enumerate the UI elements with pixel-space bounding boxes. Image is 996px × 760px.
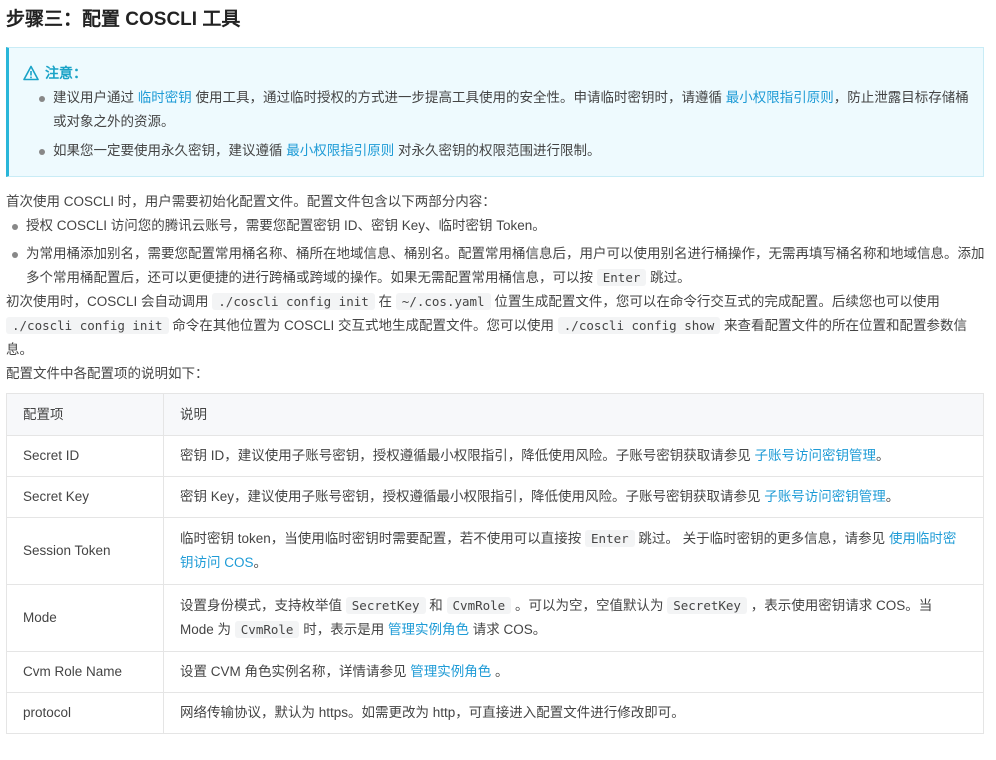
inline-code: Enter — [596, 269, 647, 286]
paragraph-text: 初次使用时，COSCLI 会自动调用 — [6, 294, 213, 309]
config-key: Mode — [6, 584, 164, 652]
link-temporary-key[interactable]: 临时密钥 — [138, 90, 192, 105]
notice-box: 注意： 建议用户通过 临时密钥 使用工具，通过临时授权的方式进一步提高工具使用的… — [6, 47, 984, 177]
config-key: Secret Key — [6, 476, 164, 518]
config-key: Cvm Role Name — [6, 651, 164, 693]
content-list: 授权 COSCLI 访问您的腾讯云账号，需要您配置密钥 ID、密钥 Key、临时… — [12, 214, 990, 290]
table-row: Secret ID 密钥 ID，建议使用子账号密钥，授权遵循最小权限指引，降低使… — [6, 435, 984, 477]
config-key: Session Token — [6, 517, 164, 585]
desc-text: 。 — [876, 448, 890, 463]
notice-text: 如果您一定要使用永久密钥，建议遵循 — [53, 143, 287, 158]
desc-text: 设置 CVM 角色实例名称，详情请参见 — [180, 664, 411, 679]
config-desc: 临时密钥 token，当使用临时密钥时需要配置，若不使用可以直接按 Enter … — [163, 517, 984, 585]
table-row: Secret Key 密钥 Key，建议使用子账号密钥，授权遵循最小权限指引，降… — [6, 476, 984, 518]
link-least-privilege[interactable]: 最小权限指引原则 — [286, 143, 394, 158]
notice-text: 使用工具，通过临时授权的方式进一步提高工具使用的安全性。申请临时密钥时，请遵循 — [191, 90, 726, 105]
table-row: protocol 网络传输协议，默认为 https。如需更改为 http，可直接… — [6, 692, 984, 734]
config-key: protocol — [6, 692, 164, 734]
document-page: 步骤三：配置 COSCLI 工具 注意： 建议用户通过 临时密钥 使用工具，通过… — [0, 0, 996, 734]
inline-code: ./coscli config init — [6, 317, 169, 334]
table-row: Session Token 临时密钥 token，当使用临时密钥时需要配置，若不… — [6, 517, 984, 585]
config-table: 配置项 说明 Secret ID 密钥 ID，建议使用子账号密钥，授权遵循最小权… — [6, 393, 984, 734]
paragraph-text: 位置生成配置文件，您可以在命令行交互式的完成配置。后续您也可以使用 — [490, 294, 940, 309]
desc-text: 。可以为空，空值默认为 — [511, 598, 668, 613]
list-item: 为常用桶添加别名，需要您配置常用桶名称、桶所在地域信息、桶别名。配置常用桶信息后… — [12, 242, 990, 290]
link-subaccount-key[interactable]: 子账号访问密钥管理 — [764, 489, 886, 504]
notice-item: 如果您一定要使用永久密钥，建议遵循 最小权限指引原则 对永久密钥的权限范围进行限… — [39, 139, 978, 163]
link-least-privilege[interactable]: 最小权限指引原则 — [726, 90, 834, 105]
inline-code: CvmRole — [234, 621, 300, 638]
desc-text: 。 — [885, 489, 900, 504]
bullet-dot — [39, 149, 45, 155]
config-desc: 密钥 Key，建议使用子账号密钥，授权遵循最小权限指引，降低使用风险。子账号密钥… — [163, 476, 984, 518]
table-row: Mode 设置身份模式，支持枚举值 SecretKey 和 CvmRole 。可… — [6, 584, 984, 652]
paragraph-text: 在 — [374, 294, 396, 309]
bullet-dot — [12, 252, 18, 258]
desc-text: 设置身份模式，支持枚举值 — [180, 598, 346, 613]
desc-text: 临时密钥 token，当使用临时密钥时需要配置，若不使用可以直接按 — [180, 531, 586, 546]
list-item-text: 授权 COSCLI 访问您的腾讯云账号，需要您配置密钥 ID、密钥 Key、临时… — [26, 218, 546, 233]
config-desc: 设置 CVM 角色实例名称，详情请参见 管理实例角色 。 — [163, 651, 984, 693]
list-item-text: 为常用桶添加别名，需要您配置常用桶名称、桶所在地域信息、桶别名。配置常用桶信息后… — [26, 246, 985, 285]
inline-code: ./coscli config show — [557, 317, 721, 334]
config-init-paragraph: 初次使用时，COSCLI 会自动调用 ./coscli config init … — [6, 290, 990, 362]
column-header-key: 配置项 — [6, 393, 164, 436]
inline-code: Enter — [585, 530, 635, 547]
inline-code: ./coscli config init — [212, 293, 375, 310]
link-instance-role[interactable]: 管理实例角色 — [388, 622, 469, 637]
table-row: Cvm Role Name 设置 CVM 角色实例名称，详情请参见 管理实例角色… — [6, 651, 984, 693]
desc-text: 请求 COS。 — [468, 622, 547, 637]
notice-list: 建议用户通过 临时密钥 使用工具，通过临时授权的方式进一步提高工具使用的安全性。… — [39, 86, 978, 163]
list-item-text: 跳过。 — [646, 270, 691, 285]
column-header-desc: 说明 — [163, 393, 984, 436]
config-desc: 密钥 ID，建议使用子账号密钥，授权遵循最小权限指引，降低使用风险。子账号密钥获… — [163, 435, 984, 477]
notice-text: 对永久密钥的权限范围进行限制。 — [394, 143, 601, 158]
table-header-row: 配置项 说明 — [6, 393, 984, 436]
inline-code: ~/.cos.yaml — [395, 293, 491, 310]
notice-title: 注意： — [23, 62, 87, 84]
paragraph-text: 命令在其他位置为 COSCLI 交互式地生成配置文件。您可以使用 — [168, 318, 558, 333]
bullet-dot — [12, 224, 18, 230]
link-instance-role[interactable]: 管理实例角色 — [410, 664, 491, 679]
desc-text: 密钥 Key，建议使用子账号密钥，授权遵循最小权限指引，降低使用风险。子账号密钥… — [180, 489, 765, 504]
intro-paragraph: 首次使用 COSCLI 时，用户需要初始化配置文件。配置文件包含以下两部分内容： — [6, 194, 496, 209]
desc-text: 。 — [253, 555, 268, 570]
table-intro-paragraph: 配置文件中各配置项的说明如下： — [6, 366, 209, 381]
desc-text: 。 — [491, 664, 509, 679]
section-heading: 步骤三：配置 COSCLI 工具 — [6, 9, 241, 30]
list-item: 授权 COSCLI 访问您的腾讯云账号，需要您配置密钥 ID、密钥 Key、临时… — [12, 214, 990, 238]
notice-item: 建议用户通过 临时密钥 使用工具，通过临时授权的方式进一步提高工具使用的安全性。… — [39, 86, 978, 134]
inline-code: SecretKey — [667, 597, 747, 614]
notice-title-text: 注意： — [45, 65, 87, 81]
desc-text: 时，表示是用 — [299, 622, 388, 637]
bullet-dot — [39, 96, 45, 102]
config-key: Secret ID — [6, 435, 164, 477]
config-desc: 网络传输协议，默认为 https。如需更改为 http，可直接进入配置文件进行修… — [163, 692, 984, 734]
inline-code: CvmRole — [446, 597, 512, 614]
warning-icon — [23, 65, 39, 81]
link-subaccount-key[interactable]: 子账号访问密钥管理 — [755, 448, 877, 463]
desc-text: 密钥 ID，建议使用子账号密钥，授权遵循最小权限指引，降低使用风险。子账号密钥获… — [180, 448, 755, 463]
notice-text: 建议用户通过 — [53, 90, 138, 105]
desc-text: 和 — [425, 598, 447, 613]
inline-code: SecretKey — [345, 597, 426, 614]
desc-text: 跳过。 关于临时密钥的更多信息，请参见 — [634, 531, 889, 546]
config-desc: 设置身份模式，支持枚举值 SecretKey 和 CvmRole 。可以为空，空… — [163, 584, 984, 652]
